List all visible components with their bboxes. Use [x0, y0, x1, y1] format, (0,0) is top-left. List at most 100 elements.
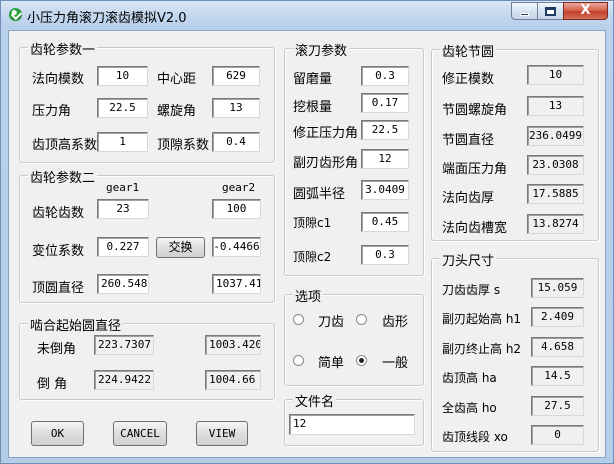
- shift-gear1-input[interactable]: 0.227: [97, 237, 149, 257]
- total-height-field: 27.5: [531, 396, 584, 416]
- clearance-c2-label: 顶隙c2: [293, 250, 332, 264]
- helix-angle-label: 螺旋角: [157, 104, 197, 119]
- transverse-pressure-label: 端面压力角: [442, 162, 508, 177]
- clearance-coef-label: 顶隙系数: [157, 138, 210, 153]
- tooth-profile-label[interactable]: 齿形: [382, 311, 408, 330]
- mod-pressure-angle-label: 修正压力角: [293, 126, 359, 141]
- normal-thickness-field: 17.5885: [527, 184, 584, 204]
- filename-legend: 文件名: [293, 391, 337, 410]
- clearance-c1-label: 顶隙c1: [293, 216, 332, 230]
- undercut-input[interactable]: 0.17: [361, 93, 409, 113]
- undercut-label: 挖根量: [293, 100, 333, 115]
- cutter-size-legend: 刀头尺寸: [440, 250, 497, 269]
- options-legend: 选项: [293, 286, 324, 305]
- mod-pressure-angle-input[interactable]: 22.5: [361, 120, 409, 140]
- mesh-start-legend: 啮合起始圆直径: [28, 315, 124, 334]
- grind-allowance-input[interactable]: 0.3: [361, 66, 409, 86]
- view-button[interactable]: VIEW: [196, 421, 248, 446]
- pressure-angle-label: 压力角: [32, 104, 72, 119]
- secondary-start-height-label: 副刃起始高 h1: [442, 312, 522, 326]
- title-bar[interactable]: 小压力角滚刀滚齿模拟V2.0 X: [1, 1, 613, 29]
- normal-module-label: 法向模数: [32, 72, 85, 87]
- general-label[interactable]: 一般: [382, 352, 408, 371]
- app-check-icon: [9, 8, 22, 21]
- tip-dia-gear2-input[interactable]: 1037.410: [212, 274, 261, 294]
- gear-params-2-legend: 齿轮参数二: [28, 167, 98, 186]
- teeth-label: 齿轮齿数: [32, 206, 85, 221]
- addendum-field: 14.5: [531, 366, 584, 386]
- window-controls: X: [511, 2, 608, 21]
- addendum-coef-label: 齿顶高系数: [32, 138, 98, 153]
- secondary-end-height-label: 副刃终止高 h2: [442, 342, 522, 356]
- tooth-thickness-label: 刀齿齿厚 s: [442, 283, 501, 297]
- close-button[interactable]: X: [563, 2, 608, 20]
- tooth-tip-radio[interactable]: [293, 314, 304, 325]
- window-title: 小压力角滚刀滚齿模拟V2.0: [27, 11, 187, 26]
- tooth-thickness-field: 15.059: [531, 278, 584, 298]
- tooth-tip-label[interactable]: 刀齿: [318, 311, 344, 330]
- mod-module-field: 10: [527, 65, 584, 85]
- normal-space-label: 法向齿槽宽: [442, 221, 508, 236]
- tip-line-label: 齿顶线段 xo: [442, 430, 508, 444]
- arc-radius-label: 圆弧半径: [293, 187, 346, 202]
- chamfer-label: 倒 角: [37, 377, 68, 392]
- minimize-icon: [520, 13, 529, 16]
- gear2-header: gear2: [222, 181, 256, 194]
- pitch-dia-field: 236.0499: [527, 126, 584, 146]
- addendum-coef-input[interactable]: 1: [97, 132, 148, 152]
- pitch-helix-label: 节圆螺旋角: [442, 103, 508, 118]
- maximize-button[interactable]: [537, 2, 563, 20]
- tip-line-field: 0: [531, 425, 584, 445]
- simple-label[interactable]: 简单: [318, 352, 344, 371]
- maximize-icon: [545, 7, 556, 16]
- pressure-angle-input[interactable]: 22.5: [97, 98, 148, 118]
- minimize-button[interactable]: [511, 2, 537, 20]
- close-icon: X: [580, 3, 591, 18]
- gear1-header: gear1: [106, 181, 140, 194]
- teeth-gear2-input[interactable]: 100: [212, 199, 261, 219]
- transverse-pressure-field: 23.0308: [527, 155, 584, 175]
- options-group: 选项: [284, 286, 424, 386]
- clearance-c1-input[interactable]: 0.45: [361, 212, 409, 232]
- simple-radio[interactable]: [293, 355, 304, 366]
- helix-angle-input[interactable]: 13: [212, 98, 260, 118]
- pitch-dia-label: 节圆直径: [442, 133, 495, 148]
- tip-dia-label: 顶圆直径: [32, 281, 85, 296]
- pitch-helix-field: 13: [527, 96, 584, 116]
- ok-button[interactable]: OK: [31, 421, 84, 446]
- no-chamfer-gear1-field: 223.7307: [94, 335, 154, 355]
- normal-space-field: 13.8274: [527, 214, 584, 234]
- filename-input[interactable]: 12: [289, 414, 415, 435]
- cancel-button[interactable]: CANCEL: [113, 421, 167, 446]
- addendum-label: 齿顶高 ha: [442, 371, 497, 385]
- grind-allowance-label: 留磨量: [293, 72, 333, 87]
- secondary-edge-angle-label: 副刃齿形角: [293, 156, 359, 171]
- center-distance-input[interactable]: 629: [212, 66, 260, 86]
- tip-dia-gear1-input[interactable]: 260.548: [97, 274, 149, 294]
- center-distance-label: 中心距: [157, 72, 197, 87]
- secondary-start-height-field: 2.409: [531, 307, 584, 327]
- general-radio[interactable]: [356, 355, 367, 366]
- normal-thickness-label: 法向齿厚: [442, 191, 495, 206]
- tooth-profile-radio[interactable]: [356, 314, 367, 325]
- shift-label: 变位系数: [32, 244, 85, 259]
- chamfer-gear2-field: 1004.66: [205, 370, 261, 390]
- app-window: 小压力角滚刀滚齿模拟V2.0 X 齿轮参数一 法向模数 10 中心距 629 压…: [0, 0, 614, 464]
- secondary-edge-angle-input[interactable]: 12: [361, 149, 409, 169]
- total-height-label: 全齿高 ho: [442, 401, 497, 415]
- teeth-gear1-input[interactable]: 23: [97, 199, 149, 219]
- pitch-circle-legend: 齿轮节圆: [440, 41, 497, 60]
- arc-radius-input[interactable]: 3.0409: [361, 180, 409, 200]
- mod-module-label: 修正模数: [442, 72, 495, 87]
- no-chamfer-label: 未倒角: [37, 342, 77, 357]
- swap-button[interactable]: 交换: [156, 237, 205, 258]
- clearance-c2-input[interactable]: 0.3: [361, 245, 409, 265]
- shift-gear2-input[interactable]: -0.4466: [212, 237, 261, 257]
- secondary-end-height-field: 4.658: [531, 337, 584, 357]
- clearance-coef-input[interactable]: 0.4: [212, 132, 260, 152]
- dialog-client: 齿轮参数一 法向模数 10 中心距 629 压力角 22.5 螺旋角 13 齿顶…: [8, 30, 606, 458]
- hob-params-legend: 滚刀参数: [293, 40, 350, 59]
- normal-module-input[interactable]: 10: [97, 66, 148, 86]
- chamfer-gear1-field: 224.9422: [94, 370, 154, 390]
- gear-params-1-legend: 齿轮参数一: [28, 39, 98, 58]
